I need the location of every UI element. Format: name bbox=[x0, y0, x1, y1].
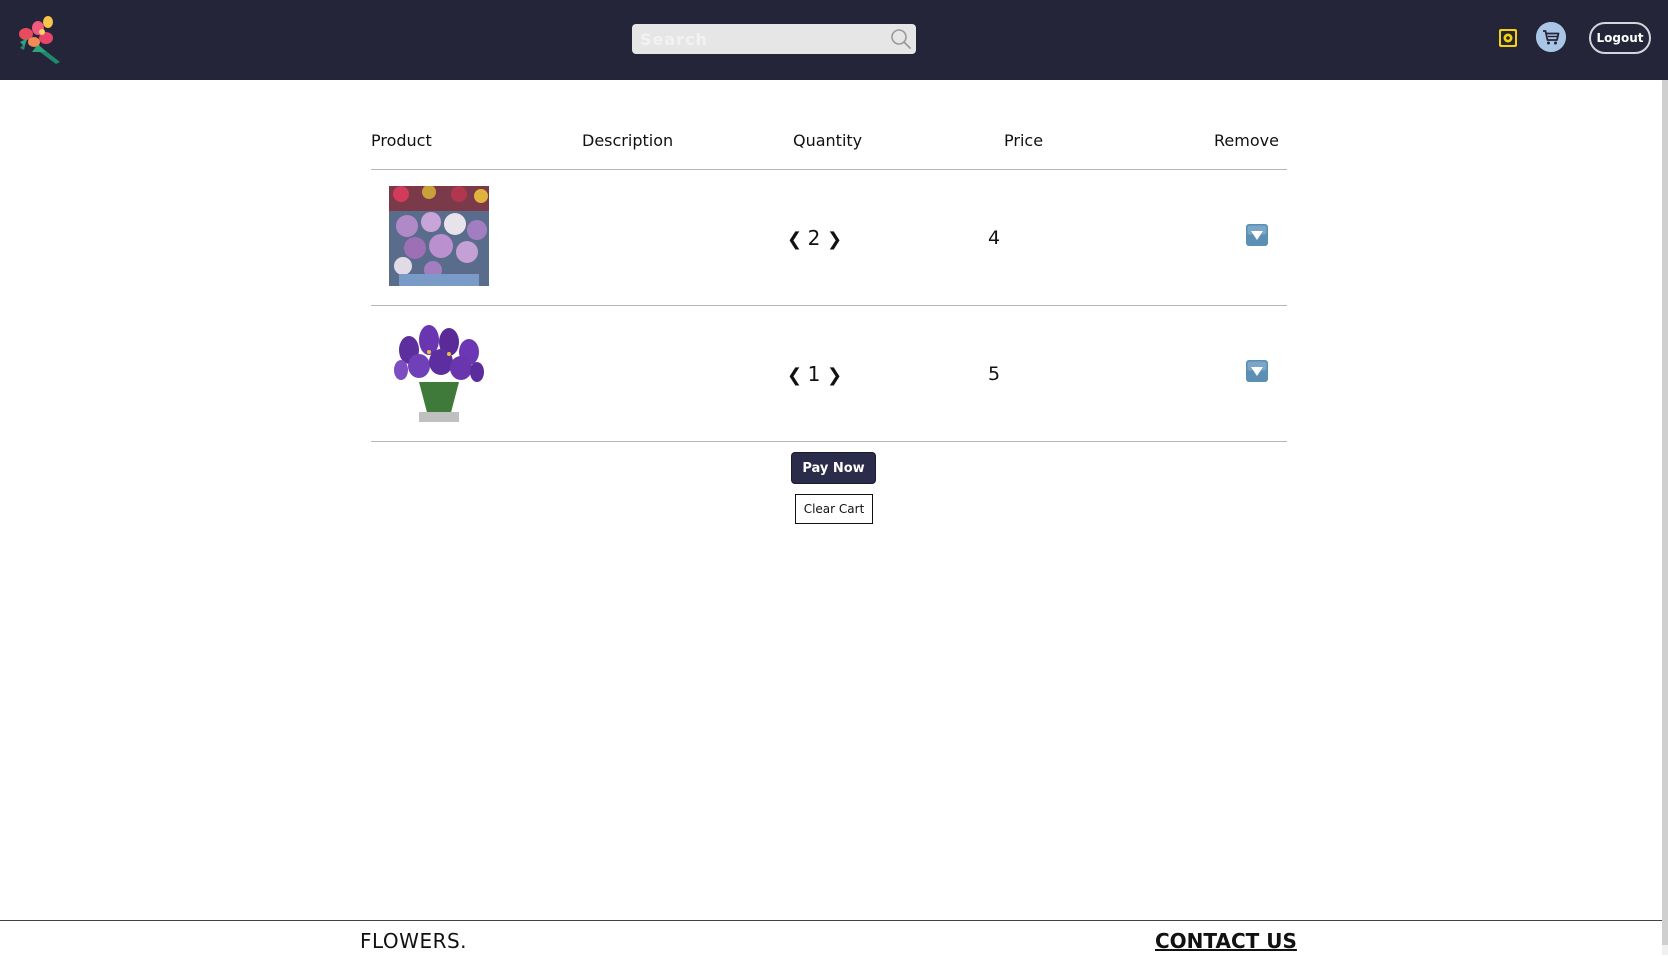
pay-now-button[interactable]: Pay Now bbox=[791, 452, 876, 484]
star-icon[interactable] bbox=[1498, 28, 1518, 48]
search-input[interactable] bbox=[632, 24, 882, 54]
increment-button[interactable]: ❯ bbox=[827, 365, 842, 386]
footer: FLOWERS. CONTACT US bbox=[0, 920, 1662, 956]
cart-table-header: Product Description Quantity Price Remov… bbox=[371, 120, 1287, 170]
column-header-quantity: Quantity bbox=[793, 131, 863, 150]
footer-brand: FLOWERS. bbox=[360, 929, 468, 953]
column-header-description: Description bbox=[582, 131, 674, 150]
cart-table: Product Description Quantity Price Remov… bbox=[371, 120, 1287, 442]
logo-bouquet-icon[interactable] bbox=[12, 12, 64, 64]
contact-us-link[interactable]: CONTACT US bbox=[1155, 929, 1297, 953]
price-value: 5 bbox=[988, 363, 1001, 385]
remove-icon[interactable] bbox=[1246, 360, 1268, 382]
increment-button[interactable]: ❯ bbox=[827, 229, 842, 250]
navbar: Logout bbox=[0, 0, 1668, 80]
column-header-remove: Remove bbox=[1214, 131, 1279, 150]
search-bar bbox=[632, 24, 916, 54]
column-header-price: Price bbox=[1004, 131, 1044, 150]
quantity-value: 1 bbox=[807, 362, 821, 386]
cart-row: ❮ 2 ❯ 4 bbox=[371, 170, 1287, 306]
quantity-stepper: ❮ 2 ❯ bbox=[787, 226, 842, 250]
logout-button[interactable]: Logout bbox=[1589, 22, 1651, 54]
price-value: 4 bbox=[988, 227, 1001, 249]
cart-icon[interactable] bbox=[1536, 22, 1566, 52]
quantity-value: 2 bbox=[807, 226, 821, 250]
quantity-stepper: ❮ 1 ❯ bbox=[787, 362, 842, 386]
decrement-button[interactable]: ❮ bbox=[787, 365, 802, 386]
search-icon[interactable] bbox=[890, 28, 912, 50]
cart-row: ❮ 1 ❯ 5 bbox=[371, 306, 1287, 442]
decrement-button[interactable]: ❮ bbox=[787, 229, 802, 250]
product-image[interactable] bbox=[389, 322, 489, 422]
remove-icon[interactable] bbox=[1246, 224, 1268, 246]
product-image[interactable] bbox=[389, 186, 489, 286]
clear-cart-button[interactable]: Clear Cart bbox=[795, 494, 873, 524]
scrollbar-thumb[interactable] bbox=[1662, 80, 1668, 945]
column-header-product: Product bbox=[371, 131, 432, 150]
